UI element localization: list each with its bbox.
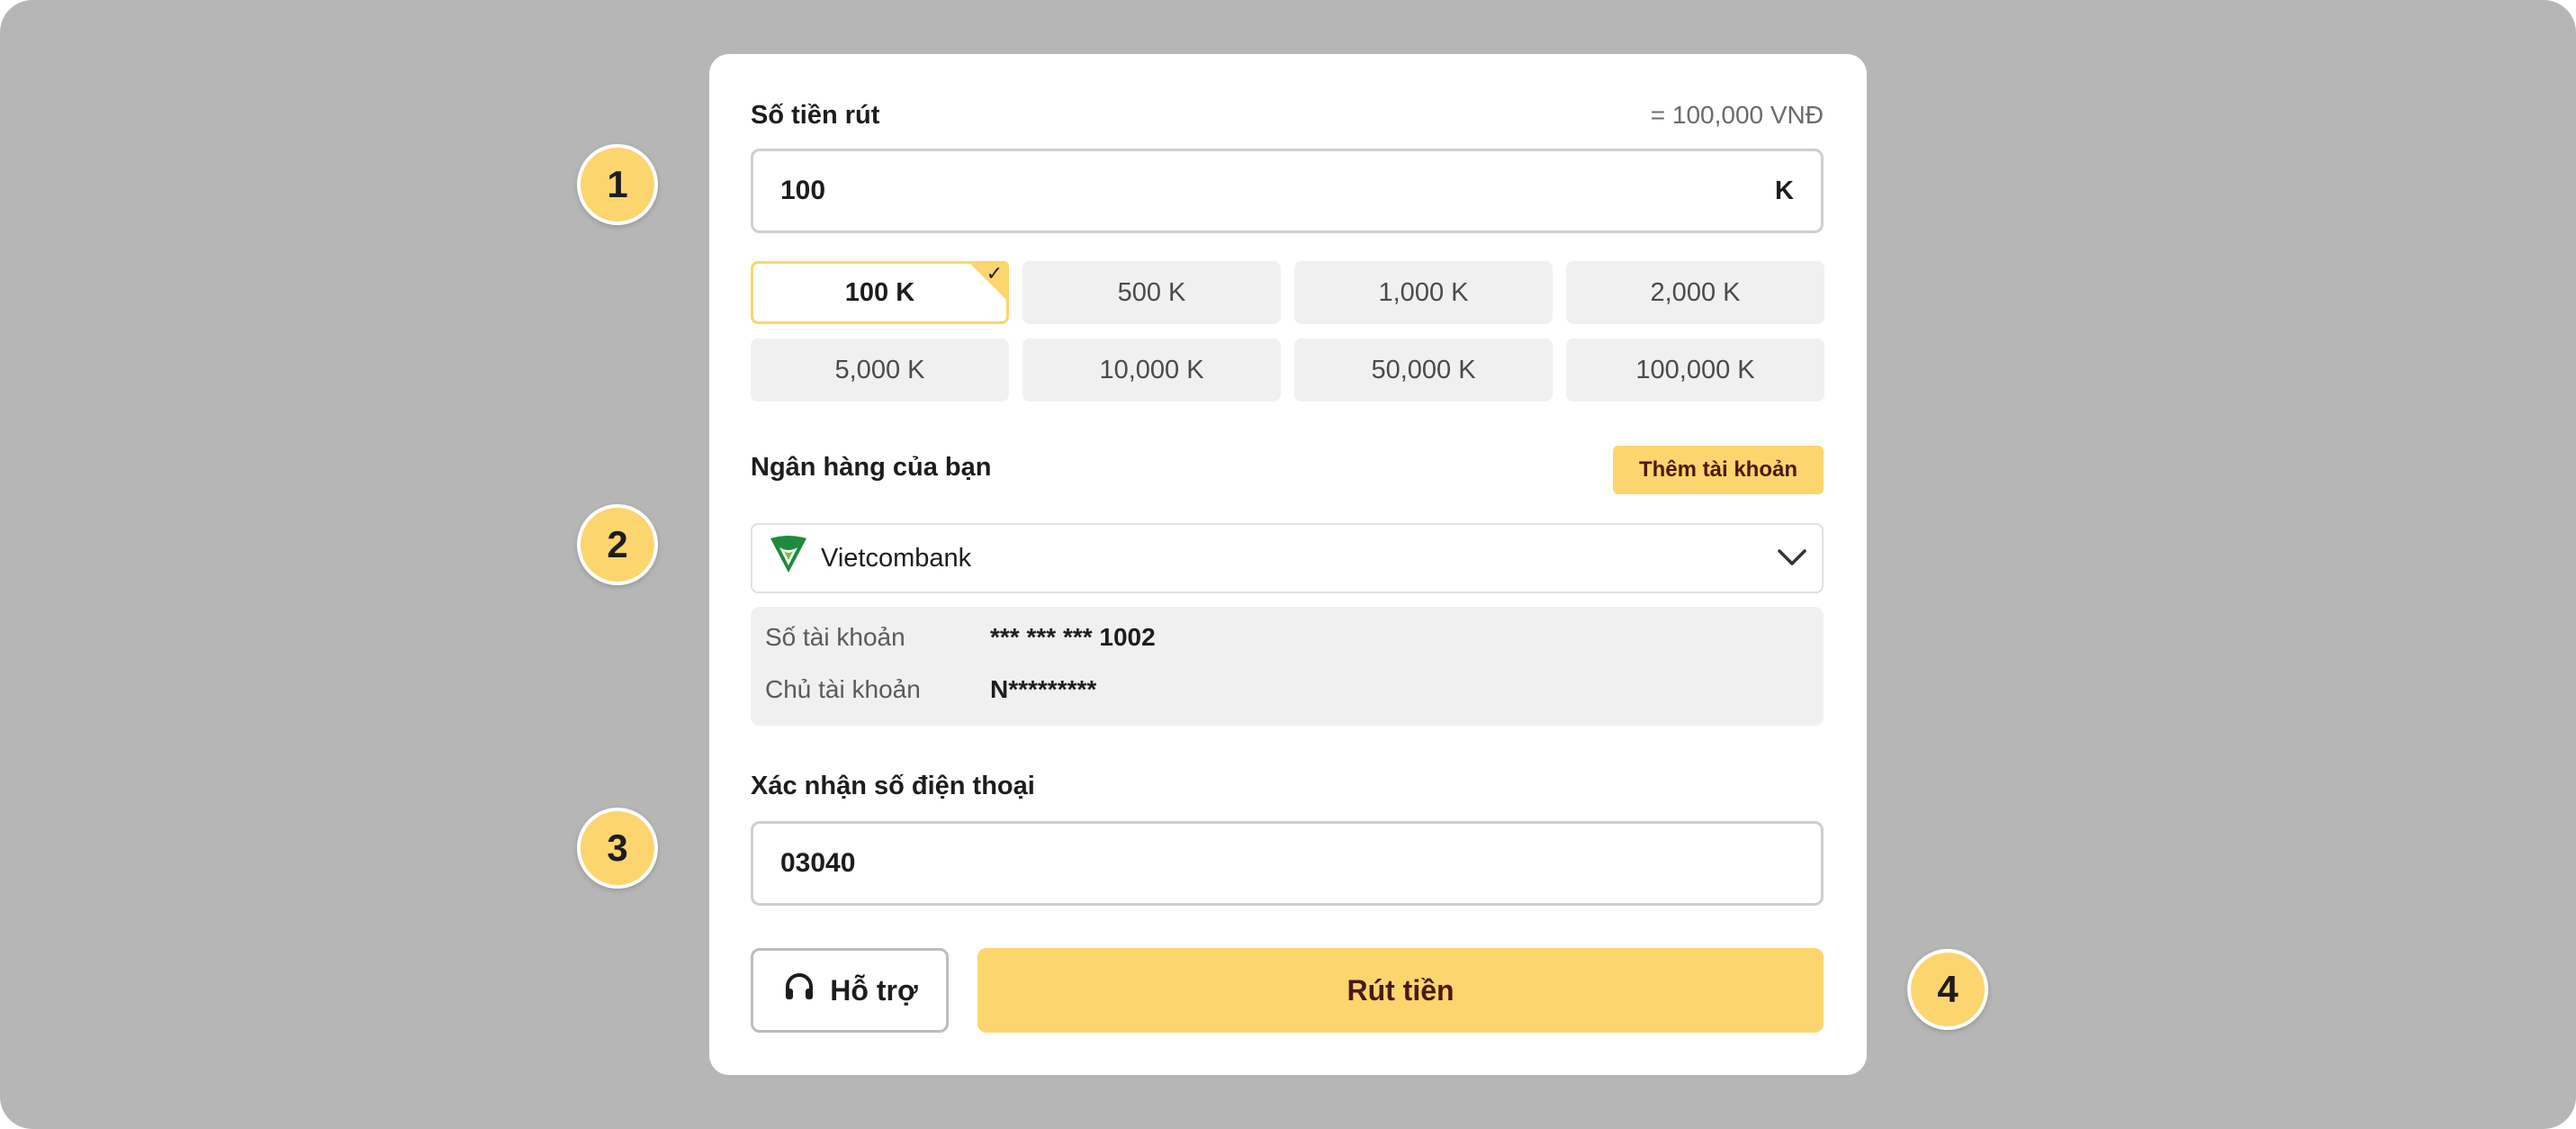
bank-select[interactable]: Vietcombank bbox=[751, 523, 1824, 593]
amount-unit: K bbox=[1775, 176, 1794, 205]
phone-value: 03040 bbox=[780, 848, 856, 878]
preset-chip-10000k[interactable]: 10,000 K bbox=[1022, 339, 1281, 402]
preset-chip-5000k[interactable]: 5,000 K bbox=[751, 339, 1009, 402]
amount-value: 100 bbox=[780, 176, 826, 205]
amount-equivalent: = 100,000 VNĐ bbox=[1650, 101, 1824, 129]
step-badge-2: 2 bbox=[577, 504, 658, 585]
headset-icon bbox=[781, 969, 817, 1012]
preset-label: 5,000 K bbox=[834, 355, 925, 384]
amount-label: Số tiền rút bbox=[751, 101, 880, 130]
vietcombank-logo-icon bbox=[767, 533, 810, 583]
step-badge-1: 1 bbox=[577, 144, 658, 225]
withdraw-button[interactable]: Rút tiền bbox=[977, 948, 1824, 1033]
account-number-label: Số tài khoản bbox=[765, 623, 905, 651]
preset-chip-100000k[interactable]: 100,000 K bbox=[1566, 339, 1824, 402]
account-number-value: *** *** *** 1002 bbox=[990, 623, 1156, 651]
add-account-button[interactable]: Thêm tài khoản bbox=[1613, 446, 1824, 494]
selected-bank-name: Vietcombank bbox=[821, 543, 972, 573]
preset-label: 1,000 K bbox=[1378, 277, 1469, 307]
preset-chip-50000k[interactable]: 50,000 K bbox=[1294, 339, 1553, 402]
preset-label: 2,000 K bbox=[1650, 277, 1741, 307]
account-holder-value: N********* bbox=[990, 675, 1097, 703]
phone-label: Xác nhận số điện thoại bbox=[751, 772, 1035, 800]
check-icon: ✓ bbox=[986, 262, 1003, 285]
amount-presets: 100 K ✓ 500 K 1,000 K 2,000 K 5,000 K 10… bbox=[751, 261, 1824, 402]
preset-chip-1000k[interactable]: 1,000 K bbox=[1294, 261, 1553, 324]
support-button[interactable]: Hỗ trợ bbox=[751, 948, 949, 1033]
account-holder-label: Chủ tài khoản bbox=[765, 675, 921, 703]
bank-account-details: Số tài khoản *** *** *** 1002 Chủ tài kh… bbox=[751, 607, 1824, 726]
preset-label: 100 K bbox=[844, 277, 915, 307]
chevron-down-icon bbox=[1777, 544, 1807, 574]
preset-label: 10,000 K bbox=[1099, 355, 1204, 384]
preset-chip-500k[interactable]: 500 K bbox=[1022, 261, 1281, 324]
preset-label: 100,000 K bbox=[1635, 355, 1755, 384]
withdraw-form-card: Số tiền rút = 100,000 VNĐ 100 K 100 K ✓ … bbox=[709, 54, 1867, 1075]
preset-chip-100k[interactable]: 100 K ✓ bbox=[751, 261, 1009, 324]
phone-input[interactable]: 03040 bbox=[751, 821, 1824, 906]
amount-input[interactable]: 100 K bbox=[751, 149, 1824, 233]
preset-label: 500 K bbox=[1117, 277, 1186, 307]
preset-chip-2000k[interactable]: 2,000 K bbox=[1566, 261, 1824, 324]
support-label: Hỗ trợ bbox=[830, 973, 918, 1007]
preset-label: 50,000 K bbox=[1371, 355, 1476, 384]
bank-label: Ngân hàng của bạn bbox=[751, 453, 992, 482]
step-badge-4: 4 bbox=[1907, 949, 1988, 1030]
step-badge-3: 3 bbox=[577, 808, 658, 889]
page-background: 1 2 3 4 Số tiền rút = 100,000 VNĐ 100 K … bbox=[0, 0, 2576, 1129]
